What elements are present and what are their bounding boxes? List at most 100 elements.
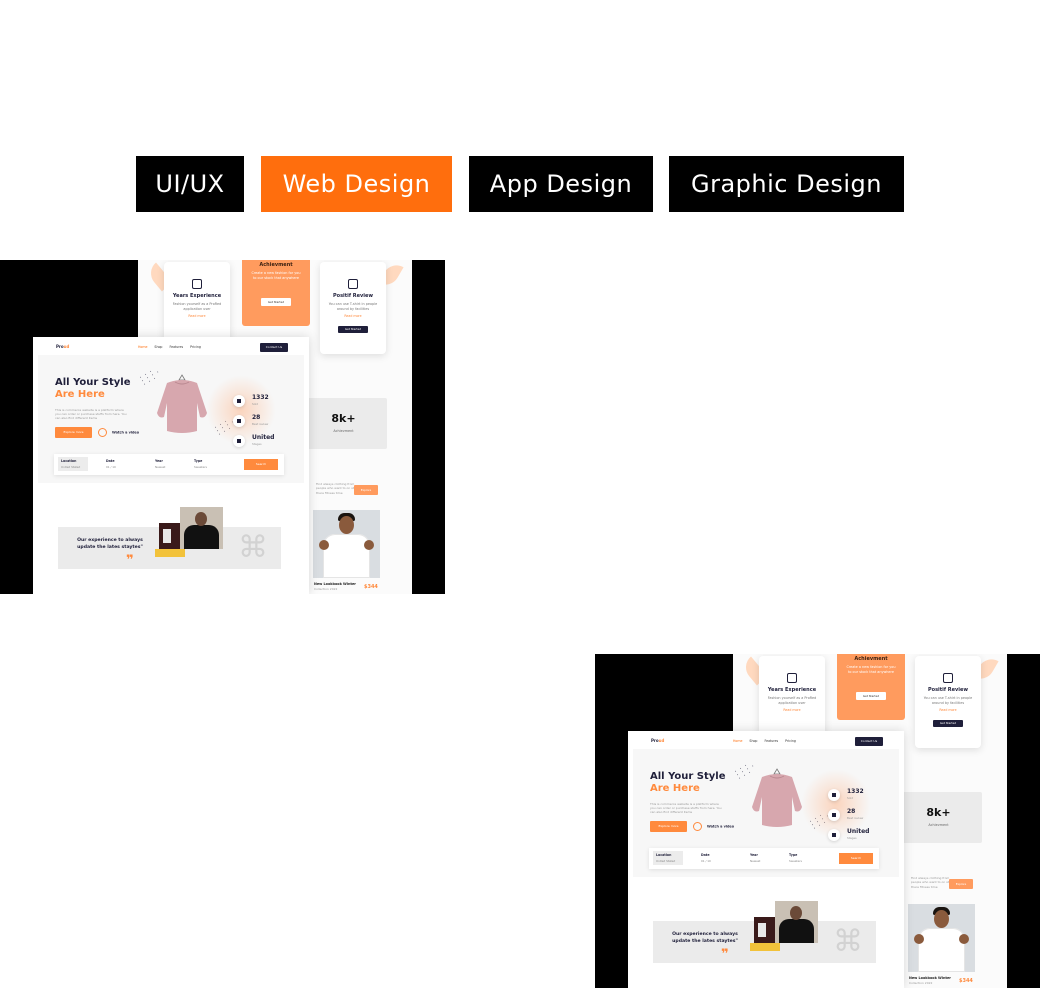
achievement-stat-label: Achievment (333, 429, 354, 433)
type-value: Sweaters (194, 465, 207, 469)
stat-label: Stages (847, 836, 857, 840)
filter-tabs: UI/UX Web Design App Design Graphic Desi… (0, 156, 1040, 212)
stat-label: Best review (252, 422, 269, 426)
model-hand (914, 934, 924, 944)
tab-web-design[interactable]: Web Design (261, 156, 452, 212)
date-field[interactable]: Date 01 / 10 (701, 853, 711, 863)
mockup-hero: All Your Style Are Here This is commerce … (38, 355, 304, 483)
nav-home[interactable]: Home (138, 345, 147, 349)
sweater-image (157, 374, 207, 433)
nav-features[interactable]: Features (169, 345, 183, 349)
location-field[interactable]: Location United Stated (58, 457, 88, 471)
watch-video-label: Watch a video (707, 824, 735, 829)
hanger-icon (348, 279, 358, 289)
card-icon (828, 789, 840, 801)
review-button[interactable]: Get Started (338, 326, 368, 334)
users-icon (828, 809, 840, 821)
year-label: Year (750, 853, 758, 857)
review-link[interactable]: Read more (320, 314, 386, 318)
nav-pricing[interactable]: Pricing (190, 345, 201, 349)
thumb-frame-right (412, 260, 445, 594)
product-photo (908, 904, 975, 972)
contact-button[interactable]: Contact Us (855, 737, 883, 746)
watch-video-link[interactable]: Watch a video (693, 822, 734, 832)
search-button[interactable]: Search (839, 853, 873, 864)
year-value: Newest (750, 859, 761, 863)
achievement-card: Achievment Create a new fashion for you … (242, 260, 310, 326)
achievement-title: Achievment (854, 656, 888, 662)
card-icon (233, 395, 245, 407)
year-field[interactable]: Year Newest (750, 853, 760, 863)
mockup-nav-links: Home Shop Features Pricing (138, 345, 208, 349)
type-field[interactable]: Type Sweaters (194, 459, 207, 469)
review-card: Positif Review You can use T-shirt in pe… (915, 656, 981, 748)
quote-text: Our experience to always update the late… (672, 932, 738, 944)
nav-shop[interactable]: Shop (749, 739, 757, 743)
mockup-nav: Proud Home Shop Features Pricing Contact Us (628, 731, 904, 749)
stat-value: United (847, 828, 870, 835)
model-hand (959, 934, 969, 944)
review-card: Positif Review You can use T-shirt in pe… (320, 262, 386, 354)
achievement-button[interactable]: Get Started (261, 298, 291, 307)
search-button[interactable]: Search (244, 459, 278, 470)
watch-video-link[interactable]: Watch a video (98, 428, 139, 438)
product-price: $344 (364, 584, 378, 590)
year-field[interactable]: Year Newest (155, 459, 165, 469)
type-label: Type (789, 853, 798, 857)
location-field[interactable]: Location United Stated (653, 851, 683, 865)
achievement-desc: Create a new fashion for you to our stoc… (846, 665, 896, 674)
achievement-stat: 8k+ Achievment (895, 792, 982, 843)
nav-pricing[interactable]: Pricing (785, 739, 796, 743)
contact-button[interactable]: Contact Us (260, 343, 288, 352)
mockup-logo[interactable]: Proud (651, 738, 664, 743)
chart-icon (233, 435, 245, 447)
tab-graphic-design[interactable]: Graphic Design (669, 156, 904, 212)
achievement-button[interactable]: Get Started (856, 692, 886, 701)
hanger-icon (192, 279, 202, 289)
mockup-hero: All Your Style Are Here This is commerce … (633, 749, 899, 877)
mockup-logo[interactable]: Proud (56, 344, 69, 349)
type-field[interactable]: Type Sweaters (789, 853, 802, 863)
stat-label: Sold (847, 796, 854, 800)
date-field[interactable]: Date 01 / 10 (106, 459, 116, 469)
hero-title-line1: All Your Style (650, 771, 726, 782)
search-bar: Location United Stated Date 01 / 10 Year Ne… (649, 848, 879, 869)
nav-home[interactable]: Home (733, 739, 742, 743)
hero-title-line1: All Your Style (55, 377, 131, 388)
play-icon (693, 822, 702, 831)
logo-suffix: ud (63, 344, 70, 349)
nav-features[interactable]: Features (764, 739, 778, 743)
hero-desc: This is commerce website is a platform w… (650, 802, 722, 815)
review-link[interactable]: Read more (915, 708, 981, 712)
model-head (934, 910, 949, 928)
explore-button[interactable]: Explore more (650, 821, 687, 832)
review-button[interactable]: Get Started (933, 720, 963, 728)
feature-button[interactable]: Explore (949, 879, 973, 889)
tab-app-design[interactable]: App Design (469, 156, 653, 212)
portfolio-item-1[interactable]: Years Experience Fashion yourself as a P… (0, 260, 445, 594)
date-label: Date (106, 459, 115, 463)
location-value: United Stated (61, 465, 81, 469)
feature-button[interactable]: Explore (354, 485, 378, 495)
nav-shop[interactable]: Shop (154, 345, 162, 349)
experience-title: Years Experience (767, 687, 817, 693)
achievement-stat-value: 8k+ (926, 806, 951, 819)
stat-value: 1332 (847, 788, 864, 795)
model-hand (319, 540, 329, 550)
quote-image-3 (750, 943, 780, 951)
hero-stat-stages: United Stages (233, 434, 283, 447)
experience-link[interactable]: Read more (164, 314, 230, 318)
stat-label: Stages (252, 442, 262, 446)
model-shirt (918, 928, 965, 972)
product-name: New Lookbook Winter (314, 582, 356, 586)
quote-image-2 (180, 507, 223, 549)
achievement-desc: Create a new fashion for you to our stoc… (251, 271, 301, 280)
year-value: Newest (155, 465, 166, 469)
experience-link[interactable]: Read more (759, 708, 825, 712)
model-head (339, 516, 354, 534)
explore-button[interactable]: Explore more (55, 427, 92, 438)
logo-prefix: Pro (651, 738, 659, 743)
product-sub: Collection 2022 (314, 587, 338, 591)
tab-uiux[interactable]: UI/UX (136, 156, 244, 212)
portfolio-item-2[interactable]: Years Experience Fashion yourself as a P… (595, 654, 1040, 988)
